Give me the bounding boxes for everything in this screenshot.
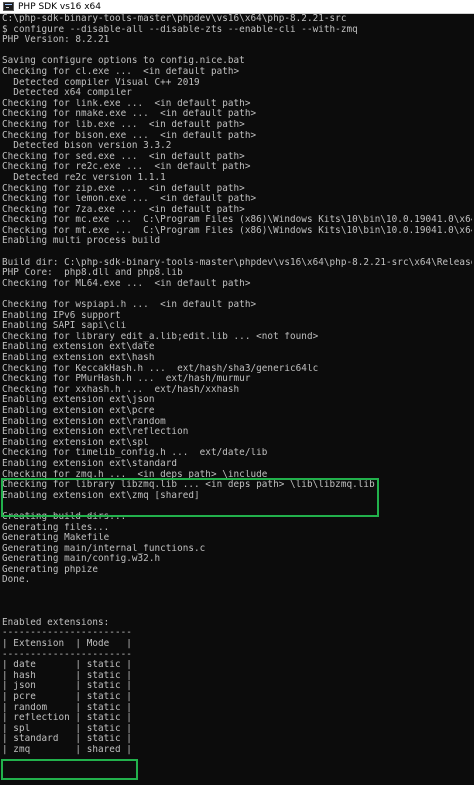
console-line: Checking for nmake.exe ... <in default p…	[2, 109, 257, 120]
console-line: Enabling extension ext\json	[2, 395, 155, 406]
console-line: Enabling IPv6 support	[2, 310, 121, 321]
console-line: | random | static |	[2, 702, 132, 713]
console-line: Generating phpize	[2, 564, 99, 575]
console-line: Checking for lemon.exe ... <in default p…	[2, 194, 257, 205]
console-line: Checking for timelib_config.h ... ext/da…	[2, 448, 268, 459]
console-line: Enabling extension ext\spl	[2, 437, 149, 448]
window-title: PHP SDK vs16 x64	[18, 1, 101, 12]
console-line: Enabling extension ext\zmq [shared]	[2, 490, 200, 501]
console-line: Enabling extension ext\reflection	[2, 427, 189, 438]
console-line: C:\php-sdk-binary-tools-master\phpdev\vs…	[2, 14, 347, 24]
console-line: Enabling extension ext\date	[2, 342, 155, 353]
console-line: Checking for re2c.exe ... <in default pa…	[2, 162, 251, 173]
console-line: | spl | static |	[2, 723, 132, 734]
console-line: Checking for sed.exe ... <in default pat…	[2, 151, 245, 162]
title-bar[interactable]: PHP SDK vs16 x64	[0, 0, 474, 14]
console-line: Checking for xxhash.h ... ext/hash/xxhas…	[2, 384, 240, 395]
console-line: -----------------------	[2, 649, 132, 660]
console-line: | standard | static |	[2, 734, 132, 745]
console-line: Checking for wspiapi.h ... <in default p…	[2, 300, 257, 311]
console-line: | json | static |	[2, 681, 132, 692]
console-line: Enabling extension ext\random	[2, 416, 166, 427]
console-line: Checking for mc.exe ... C:\Program Files…	[2, 215, 472, 226]
console-line: Detected compiler Visual C++ 2019	[2, 77, 200, 88]
console-line: Enabling extension ext\standard	[2, 458, 178, 469]
console-line: Checking for library edit_a.lib;edit.lib…	[2, 331, 319, 342]
console-line: Checking for mt.exe ... C:\Program Files…	[2, 225, 472, 236]
console-line: | hash | static |	[2, 670, 132, 681]
console-line: Enabling multi process build	[2, 236, 161, 247]
console-line: Checking for bison.exe ... <in default p…	[2, 130, 257, 141]
console-line: Detected re2c version 1.1.1	[2, 172, 166, 183]
command-prompt-icon	[3, 2, 14, 11]
console-line: Enabling SAPI sapi\cli	[2, 321, 127, 332]
console-line: Creating build dirs...	[2, 511, 127, 522]
console-line: Build dir: C:\php-sdk-binary-tools-maste…	[2, 257, 472, 268]
console-line: Done.	[2, 575, 31, 586]
console-line: Generating main/config.w32.h	[2, 554, 161, 565]
console-output[interactable]: C:\php-sdk-binary-tools-master\phpdev\vs…	[2, 14, 472, 785]
console-line: Checking for zmq.h ... <in deps path> \i…	[2, 469, 268, 480]
console-line: Generating files...	[2, 522, 110, 533]
console-line: Checking for 7za.exe ... <in default pat…	[2, 204, 245, 215]
console-line: Detected bison version 3.3.2	[2, 141, 172, 152]
terminal-window: PHP SDK vs16 x64 C:\php-sdk-binary-tools…	[0, 0, 474, 785]
console-line: Generating main/internal_functions.c	[2, 543, 206, 554]
console-line: Generating Makefile	[2, 533, 110, 544]
console-line: Saving configure options to config.nice.…	[2, 56, 245, 67]
console-line: Enabled extensions:	[2, 617, 110, 628]
console-line: Checking for link.exe ... <in default pa…	[2, 98, 251, 109]
console-line: | reflection | static |	[2, 713, 132, 724]
console-line: -----------------------	[2, 755, 132, 766]
console-line: Checking for cl.exe ... <in default path…	[2, 66, 240, 77]
console-line: -----------------------	[2, 628, 132, 639]
console-line: | Extension | Mode |	[2, 639, 132, 650]
console-line: PHP Version: 8.2.21	[2, 35, 110, 46]
console-line: Detected x64 compiler	[2, 88, 132, 99]
console-line: Checking for library libzmq.lib ... <in …	[2, 480, 375, 491]
console-line: Enabling extension ext\pcre	[2, 405, 155, 416]
console-line: Checking for PMurHash.h ... ext/hash/mur…	[2, 374, 251, 385]
console-line: | zmq | shared |	[2, 744, 132, 755]
console-line: Enabling extension ext\hash	[2, 353, 155, 363]
console-line: Checking for ML64.exe ... <in default pa…	[2, 278, 251, 289]
console-line: | date | static |	[2, 660, 132, 671]
console-line: $ configure --disable-all --disable-zts …	[2, 24, 358, 35]
console-line: | pcre | static |	[2, 692, 132, 702]
console-line: Checking for KeccakHash.h ... ext/hash/s…	[2, 363, 319, 374]
console-line: Checking for zip.exe ... <in default pat…	[2, 183, 245, 194]
console-line: PHP Core: php8.dll and php8.lib	[2, 268, 183, 279]
console-line: Checking for lib.exe ... <in default pat…	[2, 119, 245, 130]
